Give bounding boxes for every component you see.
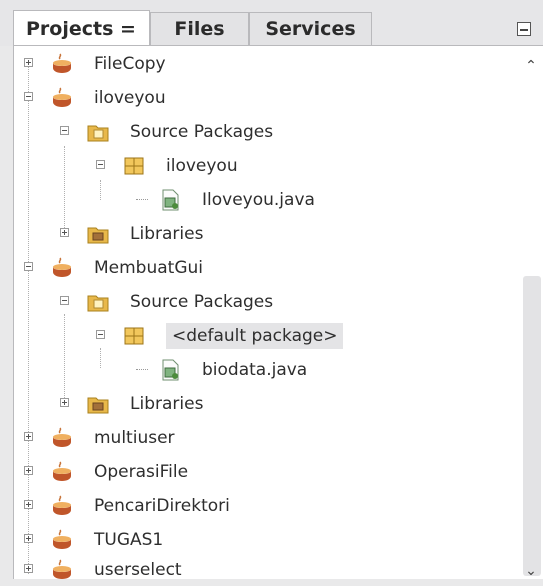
tab-bar: Projects = Files Services: [0, 0, 543, 46]
package-icon: [122, 154, 146, 178]
collapse-toggle[interactable]: [96, 330, 105, 339]
project-label: TUGAS1: [94, 530, 164, 550]
tab-services[interactable]: Services: [249, 12, 372, 45]
project-tree-panel: FileCopy iloveyou Source Packages ilovey…: [13, 45, 543, 582]
vertical-scrollbar[interactable]: ⌃ ⌄: [519, 46, 543, 579]
coffee-cup-icon: [50, 460, 74, 484]
expand-toggle[interactable]: [24, 432, 33, 441]
tree-guide-line: [100, 180, 101, 200]
node-label: Source Packages: [130, 292, 274, 312]
folder-icon: [86, 392, 110, 416]
coffee-cup-icon: [50, 494, 74, 518]
expand-toggle[interactable]: [24, 466, 33, 475]
coffee-cup-icon: [50, 86, 74, 110]
folder-icon: [86, 290, 110, 314]
project-label: MembuatGui: [94, 258, 204, 278]
coffee-cup-icon: [50, 52, 74, 76]
file-label: biodata.java: [202, 360, 308, 380]
tree-branch: [136, 369, 148, 370]
package-icon: [122, 324, 146, 348]
collapse-toggle[interactable]: [60, 126, 69, 135]
collapse-toggle[interactable]: [60, 296, 69, 305]
project-label: iloveyou: [94, 88, 166, 108]
node-label: iloveyou: [166, 156, 238, 176]
expand-toggle[interactable]: [24, 564, 33, 573]
java-file-icon: [158, 358, 182, 382]
project-label: PencariDirektori: [94, 496, 230, 516]
node-label: Libraries: [130, 224, 204, 244]
tree-branch: [136, 199, 148, 200]
tree-guide-line: [64, 146, 65, 232]
folder-icon: [86, 222, 110, 246]
collapse-toggle[interactable]: [96, 160, 105, 169]
project-label: OperasiFile: [94, 462, 189, 482]
minimize-window-button[interactable]: [517, 22, 531, 36]
expand-toggle[interactable]: [60, 228, 69, 237]
project-label: multiuser: [94, 428, 175, 448]
project-label: FileCopy: [94, 54, 166, 74]
java-file-icon: [158, 188, 182, 212]
node-label: <default package>: [166, 323, 344, 349]
expand-toggle[interactable]: [24, 534, 33, 543]
collapse-toggle[interactable]: [24, 92, 33, 101]
folder-icon: [86, 120, 110, 144]
tab-files[interactable]: Files: [150, 12, 249, 45]
expand-toggle[interactable]: [24, 500, 33, 509]
expand-toggle[interactable]: [24, 58, 33, 67]
tree-guide-line: [100, 348, 101, 368]
expand-toggle[interactable]: [60, 398, 69, 407]
coffee-cup-icon: [50, 426, 74, 450]
coffee-cup-icon: [50, 256, 74, 280]
collapse-toggle[interactable]: [24, 262, 33, 271]
coffee-cup-icon: [50, 528, 74, 552]
project-tree: FileCopy iloveyou Source Packages ilovey…: [14, 46, 519, 582]
file-label: Iloveyou.java: [202, 190, 315, 210]
scroll-down-icon[interactable]: ⌄: [524, 564, 538, 578]
project-label: userselect: [94, 560, 182, 580]
node-label: Source Packages: [130, 122, 274, 142]
tree-guide-line: [64, 314, 65, 400]
scrollbar-thumb[interactable]: [523, 276, 541, 576]
node-label: Libraries: [130, 394, 204, 414]
tree-guide-line: [28, 64, 29, 574]
tab-projects[interactable]: Projects =: [13, 10, 150, 46]
scroll-up-icon[interactable]: ⌃: [524, 59, 538, 73]
coffee-cup-icon: [50, 558, 74, 582]
